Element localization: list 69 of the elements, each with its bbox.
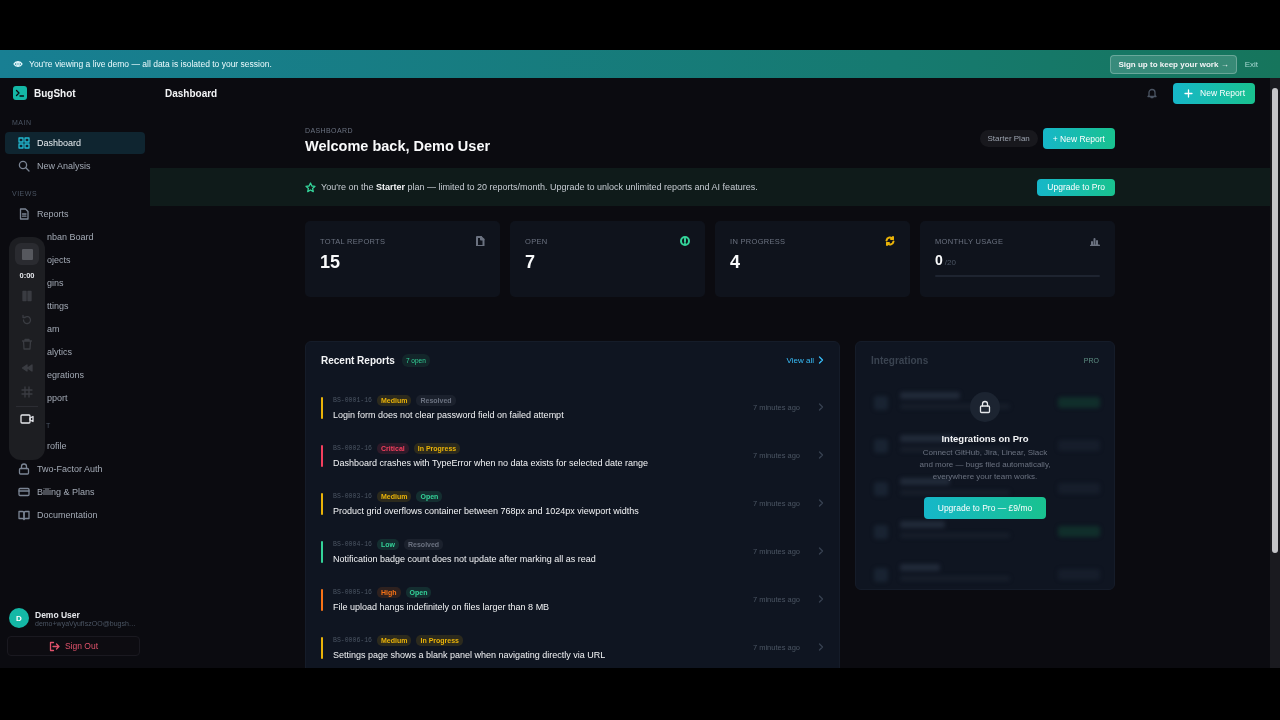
user-name: Demo User	[35, 609, 81, 620]
sidebar-item[interactable]: ttings	[45, 295, 145, 317]
bell-icon[interactable]	[1146, 87, 1159, 99]
sidebar-item[interactable]: Reports	[5, 203, 145, 225]
logout-icon	[48, 640, 60, 652]
grid-hash-icon[interactable]	[21, 386, 33, 398]
report-title: Dashboard crashes with TypeError when no data exists for selected date range	[333, 457, 649, 468]
lock-description: Connect GitHub, Jira, Linear, Slack and more — bugs filed automatically, everywhere your team works.	[918, 447, 1052, 483]
chevron-right-icon	[818, 356, 824, 364]
sidebar-item[interactable]: pport	[45, 387, 145, 409]
book-icon	[18, 509, 30, 521]
sidebar-item[interactable]: am	[45, 318, 145, 340]
welcome-heading: Welcome back, Demo User	[305, 138, 491, 154]
camera-icon[interactable]	[20, 413, 34, 425]
user-avatar: D	[9, 608, 29, 628]
stat-value: 0	[935, 252, 943, 268]
search-icon	[18, 160, 30, 172]
report-title: Settings page shows a blank panel when navigating directly via URL	[333, 649, 607, 660]
report-title: Login form does not clear password field on failed attempt	[333, 409, 565, 420]
sidebar-item[interactable]: ojects	[45, 249, 145, 271]
pause-icon[interactable]	[21, 290, 33, 302]
scrollbar-thumb[interactable]	[1272, 88, 1278, 553]
report-title: Notification badge count does not update after marking all as read	[333, 553, 597, 564]
report-title: Product grid overflows container between 768px and 1024px viewport widths	[333, 505, 640, 516]
sidebar-item[interactable]: Two-Factor Auth	[5, 458, 145, 480]
chevron-right-icon	[818, 643, 824, 651]
chevron-right-icon	[818, 499, 824, 507]
rewind-icon[interactable]	[21, 362, 33, 374]
exit-link[interactable]: Exit	[1244, 59, 1258, 69]
chevron-right-icon	[818, 547, 824, 555]
sidebar-item[interactable]: alytics	[45, 341, 145, 363]
eye-icon	[13, 59, 23, 69]
card-icon	[18, 486, 30, 498]
chevron-right-icon	[818, 595, 824, 603]
lock-icon	[970, 392, 1000, 422]
chevron-right-icon	[818, 451, 824, 459]
banner-text: You're viewing a live demo — all data is isolated to your session.	[29, 59, 272, 69]
star-icon	[305, 181, 316, 193]
sidebar-item[interactable]: gins	[45, 272, 145, 294]
page-title: Dashboard	[165, 87, 218, 99]
sidebar-item[interactable]: Documentation	[5, 504, 145, 526]
signup-button[interactable]: Sign up to keep your work →	[1110, 54, 1237, 74]
terminal-logo-icon	[13, 86, 27, 100]
scrollbar[interactable]	[1270, 78, 1280, 668]
plus-icon	[1184, 88, 1194, 98]
panel-title: Recent Reports	[321, 354, 395, 366]
sidebar-item[interactable]: egrations	[45, 364, 145, 386]
sidebar-item[interactable]: rofile	[45, 435, 145, 457]
plan-badge: Starter Plan	[979, 130, 1038, 147]
sign-out-button[interactable]: Sign Out	[7, 636, 140, 656]
sidebar-item[interactable]: Billing & Plans	[5, 481, 145, 503]
plan-notice-text: You're on the Starter plan — limited to 20 reports/month. Upgrade to unlock unlimited reports and AI features.	[321, 182, 758, 192]
stat-value: 4	[730, 252, 740, 273]
chevron-right-icon	[818, 403, 824, 411]
restart-icon[interactable]	[21, 314, 33, 326]
document-icon	[18, 208, 30, 220]
lock-title: Integrations on Pro	[941, 433, 1029, 444]
report-title: File upload hangs indefinitely on files larger than 8 MB	[333, 601, 551, 612]
brand-name: BugShot	[34, 87, 76, 99]
stat-value: 15	[320, 252, 341, 273]
trash-icon[interactable]	[21, 338, 33, 350]
sidebar-item[interactable]: nban Board	[45, 226, 145, 248]
grid-icon	[18, 137, 30, 149]
stop-button[interactable]	[15, 243, 39, 265]
lock-icon	[18, 463, 30, 475]
sidebar-item[interactable]: Dashboard	[5, 132, 145, 154]
view-all-link[interactable]: View all	[786, 355, 824, 365]
sidebar-item[interactable]: New Analysis	[5, 155, 145, 177]
stat-value: 7	[525, 252, 535, 273]
